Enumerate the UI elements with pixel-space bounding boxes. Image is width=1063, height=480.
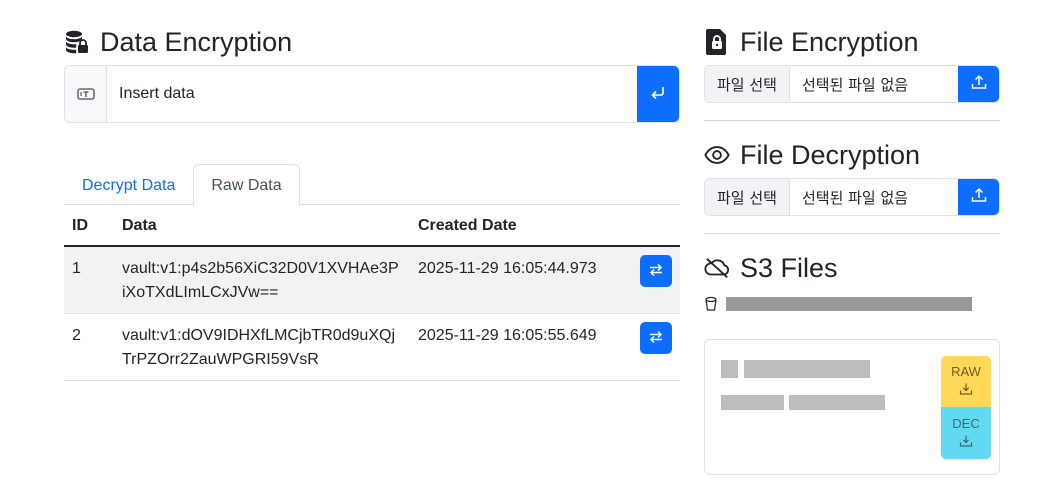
file-choose-button[interactable]: 파일 선택 bbox=[705, 66, 790, 102]
file-encryption-title: File Encryption bbox=[740, 26, 919, 57]
data-tabs: Decrypt Data Raw Data bbox=[64, 164, 680, 206]
row-data: vault:v1:dOV9IDHXfLMCjbTR0d9uXQjTrPZOrr2… bbox=[114, 313, 410, 381]
row-id: 2 bbox=[64, 313, 114, 381]
data-encryption-heading: Data Encryption bbox=[64, 24, 680, 60]
raw-label: RAW bbox=[951, 364, 981, 379]
tab-raw-data[interactable]: Raw Data bbox=[193, 164, 300, 206]
swap-arrows-icon bbox=[648, 329, 664, 348]
row-id: 1 bbox=[64, 246, 114, 314]
upload-encrypt-button[interactable] bbox=[958, 66, 999, 102]
table-row: 2 vault:v1:dOV9IDHXfLMCjbTR0d9uXQjTrPZOr… bbox=[64, 313, 680, 381]
data-encryption-section: Data Encryption Decrypt Data Raw Data bbox=[64, 24, 680, 381]
redacted-file-name bbox=[744, 360, 870, 378]
row-data: vault:v1:p4s2b56XiC32D0V1XVHAe3PiXoTXdLI… bbox=[114, 246, 410, 314]
database-lock-icon bbox=[64, 29, 90, 55]
text-cursor-icon bbox=[65, 66, 107, 122]
header-id: ID bbox=[64, 206, 114, 247]
file-status: 선택된 파일 없음 bbox=[801, 188, 909, 207]
file-status: 선택된 파일 없음 bbox=[801, 75, 909, 94]
submit-data-button[interactable] bbox=[637, 66, 679, 122]
upload-decrypt-button[interactable] bbox=[958, 179, 999, 215]
swap-arrows-icon bbox=[648, 262, 664, 281]
download-icon bbox=[959, 434, 973, 451]
cloud-slash-icon bbox=[704, 255, 730, 281]
bucket-icon bbox=[704, 296, 720, 312]
swap-button[interactable] bbox=[640, 322, 672, 354]
upload-icon bbox=[970, 73, 988, 96]
file-encryption-heading: File Encryption bbox=[704, 24, 1000, 60]
eye-icon bbox=[704, 142, 730, 168]
data-input-group bbox=[64, 65, 680, 123]
table-row: 1 vault:v1:p4s2b56XiC32D0V1XVHAe3PiXoTXd… bbox=[64, 246, 680, 314]
enter-arrow-icon bbox=[649, 84, 667, 105]
redacted-file-date bbox=[789, 395, 885, 410]
row-actions bbox=[632, 246, 680, 314]
redacted-file-icon bbox=[721, 360, 738, 378]
download-icon bbox=[959, 382, 973, 399]
data-input[interactable] bbox=[107, 66, 637, 122]
redacted-file-size bbox=[721, 395, 784, 410]
file-decryption-heading: File Decryption bbox=[704, 137, 1000, 173]
divider bbox=[704, 120, 1000, 121]
s3-files-title: S3 Files bbox=[740, 252, 838, 283]
row-actions bbox=[632, 313, 680, 381]
tab-decrypt-data[interactable]: Decrypt Data bbox=[64, 164, 193, 205]
header-data: Data bbox=[114, 206, 410, 247]
row-created-date: 2025-11-29 16:05:55.649 bbox=[410, 313, 632, 381]
file-decryption-input[interactable]: 파일 선택 선택된 파일 없음 bbox=[704, 178, 1000, 216]
s3-files-heading: S3 Files bbox=[704, 250, 1000, 286]
swap-button[interactable] bbox=[640, 255, 672, 287]
download-raw-button[interactable]: RAW bbox=[941, 356, 991, 407]
file-lock-icon bbox=[704, 29, 730, 55]
file-panel: File Encryption 파일 선택 선택된 파일 없음 File Dec… bbox=[704, 24, 1000, 475]
file-choose-button[interactable]: 파일 선택 bbox=[705, 179, 790, 215]
s3-bucket-info bbox=[704, 296, 1000, 312]
s3-file-card: RAW DEC bbox=[704, 339, 1000, 475]
file-encryption-input[interactable]: 파일 선택 선택된 파일 없음 bbox=[704, 65, 1000, 103]
download-decrypted-button[interactable]: DEC bbox=[941, 407, 991, 459]
file-decryption-title: File Decryption bbox=[740, 139, 921, 170]
row-created-date: 2025-11-29 16:05:44.973 bbox=[410, 246, 632, 314]
divider bbox=[704, 233, 1000, 234]
header-actions bbox=[632, 206, 680, 247]
raw-data-table: ID Data Created Date 1 vault:v1:p4s2b56X… bbox=[64, 206, 680, 381]
dec-label: DEC bbox=[952, 416, 980, 431]
header-created-date: Created Date bbox=[410, 206, 632, 247]
redacted-bucket-name bbox=[726, 297, 972, 311]
upload-icon bbox=[970, 186, 988, 209]
data-encryption-title: Data Encryption bbox=[100, 26, 293, 57]
